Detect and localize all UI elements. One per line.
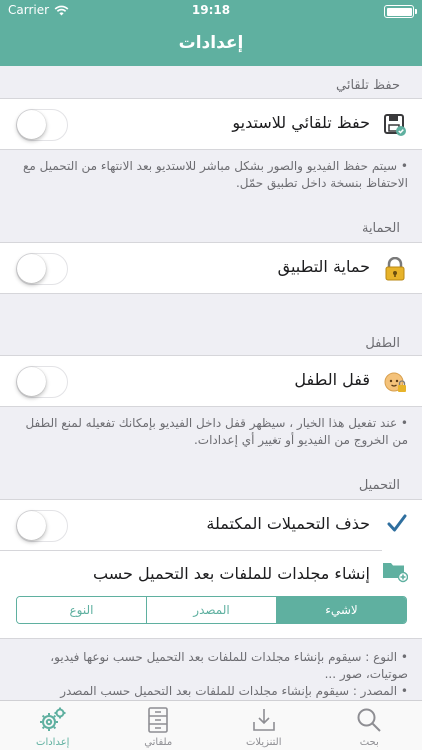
padlock-icon xyxy=(382,256,408,282)
segment-type[interactable]: النوع xyxy=(17,597,147,623)
tab-my-files[interactable]: ملفاتي xyxy=(106,701,212,750)
folder-source-note: • المصدر : سيقوم بإنشاء مجلدات للملفات ب… xyxy=(60,684,408,698)
segment-source[interactable]: المصدر xyxy=(147,597,277,623)
child-lock-toggle[interactable] xyxy=(16,366,68,398)
autosave-label: حفظ تلقائي للاستديو xyxy=(232,113,370,132)
checkmark-icon xyxy=(386,512,408,538)
autosave-note: • سيتم حفظ الفيديو والصور بشكل مباشر للا… xyxy=(23,159,408,190)
child-face-icon xyxy=(382,369,408,395)
delete-completed-toggle[interactable] xyxy=(16,510,68,542)
folders-label: إنشاء مجلدات للملفات بعد التحميل حسب xyxy=(93,564,370,583)
search-icon xyxy=(354,705,384,735)
page-title: إعدادات xyxy=(178,33,244,53)
protection-toggle[interactable] xyxy=(16,253,68,285)
protection-label: حماية التطبيق xyxy=(277,257,370,276)
segment-none[interactable]: لاشيء xyxy=(277,597,406,623)
delete-completed-row[interactable]: حذف التحميلات المكتملة xyxy=(0,500,422,550)
tab-bar: إعدادات ملفاتي التنزيلات بحث xyxy=(0,700,422,750)
tab-downloads[interactable]: التنزيلات xyxy=(211,701,317,750)
delete-completed-label: حذف التحميلات المكتملة xyxy=(206,514,370,533)
tab-settings-label: إعدادات xyxy=(36,737,70,748)
child-lock-note: • عند تفعيل هذا الخيار ، سيظهر قفل داخل … xyxy=(25,416,408,447)
navigation-bar: Carrier 19:18 إعدادات xyxy=(0,0,422,66)
folder-type-note: • النوع : سيقوم بإنشاء مجلدات للملفات بع… xyxy=(50,650,408,681)
status-time: 19:18 xyxy=(191,3,231,17)
gears-icon xyxy=(38,705,68,735)
section-header-autosave: حفظ تلقائي xyxy=(336,78,400,93)
tab-my-files-label: ملفاتي xyxy=(144,737,173,748)
section-header-child: الطفل xyxy=(365,336,400,351)
protection-row[interactable]: حماية التطبيق xyxy=(0,242,422,294)
autosave-row[interactable]: حفظ تلقائي للاستديو xyxy=(0,98,422,150)
folder-add-icon xyxy=(382,559,409,585)
child-lock-label: قفل الطفل xyxy=(294,370,370,389)
download-tray-icon xyxy=(249,705,279,735)
folder-mode-segmented-control[interactable]: النوع المصدر لاشيء xyxy=(16,596,407,624)
section-header-download: التحميل xyxy=(358,478,400,493)
file-cabinet-icon xyxy=(143,705,173,735)
tab-downloads-label: التنزيلات xyxy=(245,737,282,748)
child-lock-row[interactable]: قفل الطفل xyxy=(0,355,422,407)
tab-settings[interactable]: إعدادات xyxy=(0,701,106,750)
settings-list[interactable]: حفظ تلقائي حفظ تلقائي للاستديو • سيتم حف… xyxy=(0,66,422,700)
save-disk-icon xyxy=(382,112,408,138)
status-bar: Carrier 19:18 xyxy=(0,0,422,22)
tab-search[interactable]: بحث xyxy=(317,701,422,750)
folders-row: إنشاء مجلدات للملفات بعد التحميل حسب xyxy=(0,551,422,591)
tab-search-label: بحث xyxy=(359,737,379,748)
section-header-protection: الحماية xyxy=(361,221,400,236)
battery-icon xyxy=(384,5,417,18)
autosave-toggle[interactable] xyxy=(16,109,68,141)
